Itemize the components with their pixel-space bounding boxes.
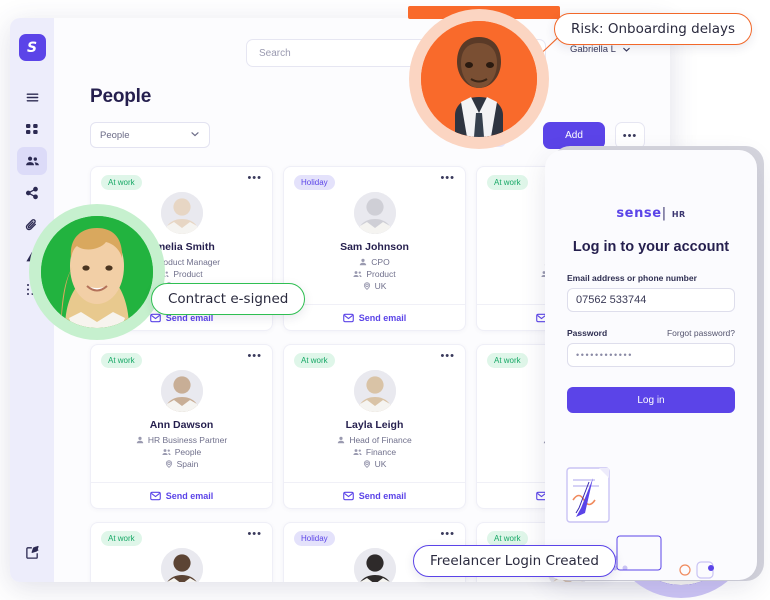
tooltip-contract-label: Contract e-signed: [168, 291, 289, 307]
card-header: At work •••: [91, 167, 272, 190]
avatar: [160, 192, 203, 234]
person-role: HR Business Partner: [101, 435, 262, 445]
card-more-icon[interactable]: •••: [440, 351, 455, 362]
avatar-photo-male-suit: [421, 21, 537, 137]
card-more-icon[interactable]: •••: [247, 351, 262, 362]
card-body: Sam Johnson CPO Product UK: [284, 190, 465, 304]
tooltip-freelancer: Freelancer Login Created: [413, 545, 616, 577]
avatar-risk-highlight[interactable]: [409, 9, 549, 149]
password-row: Password Forgot password?: [567, 328, 735, 338]
send-email-button[interactable]: Send email: [91, 482, 272, 508]
password-field[interactable]: ••••••••••••: [567, 343, 735, 367]
ellipsis-icon: •••: [622, 129, 638, 142]
avatar-photo-blonde-woman: [41, 216, 153, 328]
person-name: Sam Johnson: [340, 241, 409, 253]
login-heading: Log in to your account: [572, 239, 730, 255]
send-email-button[interactable]: Send email: [284, 482, 465, 508]
chevron-down-icon: [622, 45, 631, 54]
tooltip-risk-label: Risk: Onboarding delays: [571, 21, 736, 37]
status-badge: Holiday: [294, 175, 335, 190]
app-logo[interactable]: S: [18, 34, 46, 61]
share-icon: [25, 186, 39, 200]
email-label: Email address or phone number: [567, 273, 697, 283]
status-badge: At work: [487, 353, 528, 368]
person-name: Ann Dawson: [149, 419, 214, 431]
login-button[interactable]: Log in: [567, 387, 735, 413]
user-menu[interactable]: Gabriella L: [570, 44, 631, 55]
person-location: UK: [294, 281, 455, 291]
send-email-button[interactable]: Send email: [284, 304, 465, 330]
person-card[interactable]: Holiday ••• Sam Johnson CPO Product UK S…: [283, 166, 466, 331]
page-title: People: [90, 86, 152, 107]
card-header: At work •••: [91, 345, 272, 368]
status-badge: Holiday: [294, 531, 335, 546]
avatar: [353, 548, 396, 582]
card-more-icon[interactable]: •••: [440, 173, 455, 184]
card-more-icon[interactable]: •••: [247, 529, 262, 540]
people-icon: [25, 154, 40, 169]
person-name: Layla Leigh: [345, 419, 404, 431]
card-body: Layla Leigh Head of Finance Finance UK: [284, 368, 465, 482]
person-team: People: [101, 447, 262, 457]
tooltip-contract: Contract e-signed: [151, 283, 306, 315]
card-header: At work •••: [91, 523, 272, 546]
status-badge: At work: [101, 175, 142, 190]
avatar: [353, 192, 396, 234]
person-card[interactable]: At work ••• Layla Leigh Head of Finance …: [283, 344, 466, 509]
status-badge: At work: [487, 175, 528, 190]
more-options-button[interactable]: •••: [615, 122, 645, 149]
sidebar-item-share[interactable]: [17, 179, 47, 207]
paperclip-icon: [25, 218, 39, 232]
brand-name: sense: [616, 206, 662, 221]
email-field[interactable]: 07562 533744: [567, 288, 735, 312]
people-filter-select[interactable]: People: [90, 122, 210, 148]
card-header: Holiday •••: [284, 167, 465, 190]
person-role: Head of Finance: [294, 435, 455, 445]
card-header: At work •••: [284, 345, 465, 368]
avatar: [160, 370, 203, 412]
person-card[interactable]: At work ••• Ann Dawson HR Business Partn…: [90, 344, 273, 509]
chevron-down-icon: [190, 129, 200, 142]
forgot-password-link[interactable]: Forgot password?: [667, 328, 735, 338]
status-badge: At work: [101, 531, 142, 546]
send-email-label: Send email: [358, 490, 407, 501]
sidebar-item-people[interactable]: [17, 147, 47, 175]
screenshot-root: S Search Gabriella L People People Add •…: [0, 0, 770, 600]
avatar: [353, 370, 396, 412]
tooltip-freelancer-label: Freelancer Login Created: [430, 553, 599, 569]
avatar-contract-highlight[interactable]: [29, 204, 165, 340]
send-email-label: Send email: [165, 490, 214, 501]
person-team: Finance: [294, 447, 455, 457]
password-label: Password: [567, 328, 608, 338]
card-header: Holiday •••: [284, 523, 465, 546]
people-filter-value: People: [100, 129, 130, 141]
sidebar-item-menu[interactable]: [17, 83, 47, 111]
sense-hr-logo: sense| HR: [616, 206, 686, 221]
login-panel: sense| HR Log in to your account Email a…: [545, 150, 757, 580]
login-form: Email address or phone number 07562 5337…: [545, 273, 757, 413]
compose-icon: [25, 545, 40, 560]
menu-icon: [25, 90, 40, 105]
card-body: Ann Dawson HR Business Partner People Sp…: [91, 368, 272, 482]
tooltip-risk: Risk: Onboarding delays: [554, 13, 753, 45]
send-email-label: Send email: [358, 312, 407, 323]
person-team: Product: [294, 269, 455, 279]
brand-suffix: HR: [671, 210, 686, 219]
person-role: CPO: [294, 257, 455, 267]
grid-icon: [25, 122, 39, 136]
card-body: [91, 546, 272, 582]
status-badge: At work: [294, 353, 335, 368]
card-more-icon[interactable]: •••: [247, 173, 262, 184]
avatar: [160, 548, 203, 582]
person-location: UK: [294, 459, 455, 469]
card-more-icon[interactable]: •••: [440, 529, 455, 540]
person-card[interactable]: At work •••: [90, 522, 273, 582]
sidebar-item-dashboard[interactable]: [17, 115, 47, 143]
user-menu-label: Gabriella L: [570, 44, 616, 55]
add-button[interactable]: Add: [543, 122, 605, 149]
sidebar-item-compose[interactable]: [17, 538, 47, 566]
status-badge: At work: [101, 353, 142, 368]
status-badge: At work: [487, 531, 528, 546]
person-location: Spain: [101, 459, 262, 469]
